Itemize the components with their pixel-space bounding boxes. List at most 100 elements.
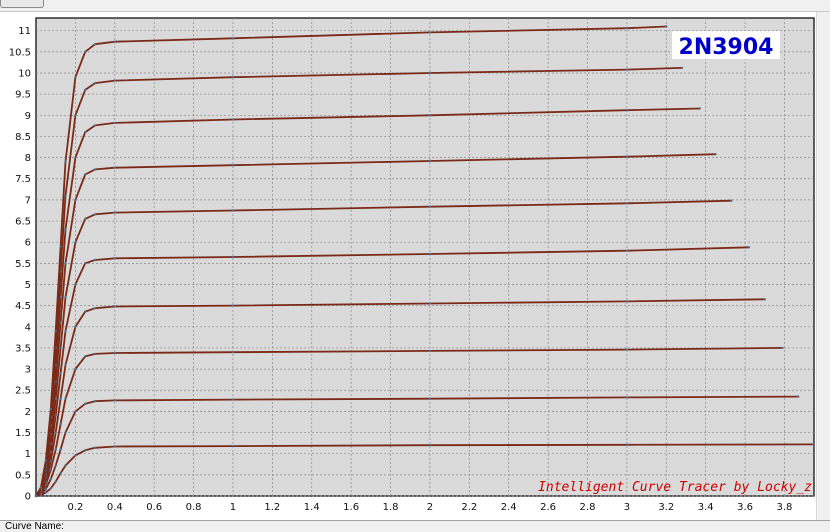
curve-point	[59, 346, 62, 350]
curve-point	[93, 168, 97, 171]
status-bar: Curve Name:	[0, 520, 830, 532]
curve-point	[74, 283, 77, 286]
curve-point	[747, 246, 751, 249]
curve-point	[59, 448, 62, 451]
curve-point	[74, 367, 77, 371]
curve-point	[231, 444, 235, 448]
y-tick-label: 9.5	[15, 90, 31, 101]
y-tick-label: 6	[25, 238, 31, 249]
x-tick-label: 1.6	[343, 502, 359, 513]
y-tick-label: 3	[25, 365, 31, 376]
x-tick-label: 2.6	[540, 502, 556, 513]
curve-point	[49, 468, 52, 471]
curve-point	[625, 396, 629, 399]
y-axis-ticks: 0 0.5 1 1.5 2 2.5 3 3.5 4 4.5 5 5.5 6 6.5 7 7.5 8 8.5 9 9.5…	[9, 26, 31, 502]
curve-point	[428, 252, 432, 256]
x-tick-label: 3.2	[658, 502, 674, 513]
x-tick-label: 1.4	[304, 502, 320, 513]
curve-point	[625, 202, 629, 205]
curve-point	[74, 198, 77, 202]
curve-point	[781, 346, 784, 350]
x-tick-label: 3.6	[737, 502, 753, 513]
curve-point	[84, 173, 87, 176]
y-tick-label: 6.5	[15, 217, 31, 228]
curve-point	[428, 302, 432, 305]
y-tick-label: 3.5	[15, 343, 31, 354]
curve-point	[59, 321, 62, 324]
x-tick-label: 0.2	[67, 502, 83, 513]
curve-point	[93, 43, 97, 46]
curve-point	[64, 363, 67, 367]
y-tick-label: 4.5	[15, 301, 31, 312]
x-tick-label: 1.8	[383, 502, 399, 513]
curve-point	[113, 166, 117, 169]
curve-point	[64, 160, 67, 163]
curve-point	[64, 194, 67, 197]
curve-point	[231, 76, 235, 79]
curve-point	[93, 400, 97, 403]
curve-point	[231, 398, 235, 401]
curve-point	[93, 213, 97, 216]
curve-point	[231, 304, 235, 307]
chart-area: 0.2 0.4 0.6 0.8 1 1.2 1.4 1.6 1.8 2 2.2 2.4 2.6 2.8 3 3…	[0, 12, 816, 520]
curve-point	[428, 159, 432, 163]
curve-point	[625, 348, 629, 351]
curve-point	[812, 443, 816, 446]
x-tick-label: 2.2	[461, 502, 477, 513]
x-tick-label: 3.8	[777, 502, 793, 513]
toolbar-button[interactable]	[0, 0, 44, 8]
curve-point	[113, 257, 117, 260]
curve-point	[93, 446, 97, 449]
x-tick-label: 3.4	[698, 502, 714, 513]
y-tick-label: 0	[25, 492, 31, 503]
y-tick-label: 2.5	[15, 386, 31, 397]
x-tick-label: 3	[624, 502, 630, 513]
vertical-scrollbar[interactable]	[816, 12, 830, 520]
y-tick-label: 11	[18, 26, 31, 37]
curve-point	[49, 487, 52, 490]
y-tick-label: 7.5	[15, 174, 31, 185]
curve-point	[113, 305, 117, 308]
curve-point	[44, 459, 47, 462]
y-tick-label: 7	[25, 195, 31, 206]
curve-point	[84, 310, 87, 313]
curve-point	[428, 205, 432, 208]
curve-point	[231, 209, 235, 212]
x-tick-label: 0.4	[107, 502, 123, 513]
curve-point	[714, 153, 717, 156]
curve-point	[680, 66, 684, 70]
curve-point	[113, 121, 117, 125]
curve-point	[49, 477, 52, 481]
curve-point	[34, 494, 38, 498]
curve-point	[44, 488, 47, 491]
curve-point	[54, 414, 57, 417]
x-tick-label: 2	[427, 502, 433, 513]
curve-point	[54, 329, 57, 333]
curve-point	[763, 298, 766, 301]
x-tick-label: 2.8	[580, 502, 596, 513]
curve-point	[44, 491, 47, 494]
curve-point	[428, 349, 432, 353]
y-tick-label: 4	[25, 322, 31, 333]
curve-point	[64, 329, 67, 333]
curve-point	[64, 296, 67, 299]
curve-point	[54, 464, 57, 467]
curve-point	[39, 486, 43, 489]
curve-point	[231, 118, 235, 121]
curve-point	[93, 258, 97, 262]
curve-point	[59, 397, 62, 400]
curve-point	[428, 114, 432, 117]
curve-point	[84, 50, 87, 53]
curve-point	[64, 397, 67, 400]
curve-point	[231, 37, 235, 40]
curve-point	[74, 76, 77, 79]
chart-title: 2N3904	[679, 35, 774, 60]
curve-point	[93, 307, 97, 310]
curve-point	[93, 81, 97, 85]
y-tick-label: 5.5	[15, 259, 31, 270]
curve-point	[59, 372, 62, 375]
curve-point	[231, 164, 235, 167]
y-tick-label: 2	[25, 407, 31, 418]
y-tick-label: 1.5	[15, 428, 31, 439]
curve-point	[231, 255, 235, 259]
